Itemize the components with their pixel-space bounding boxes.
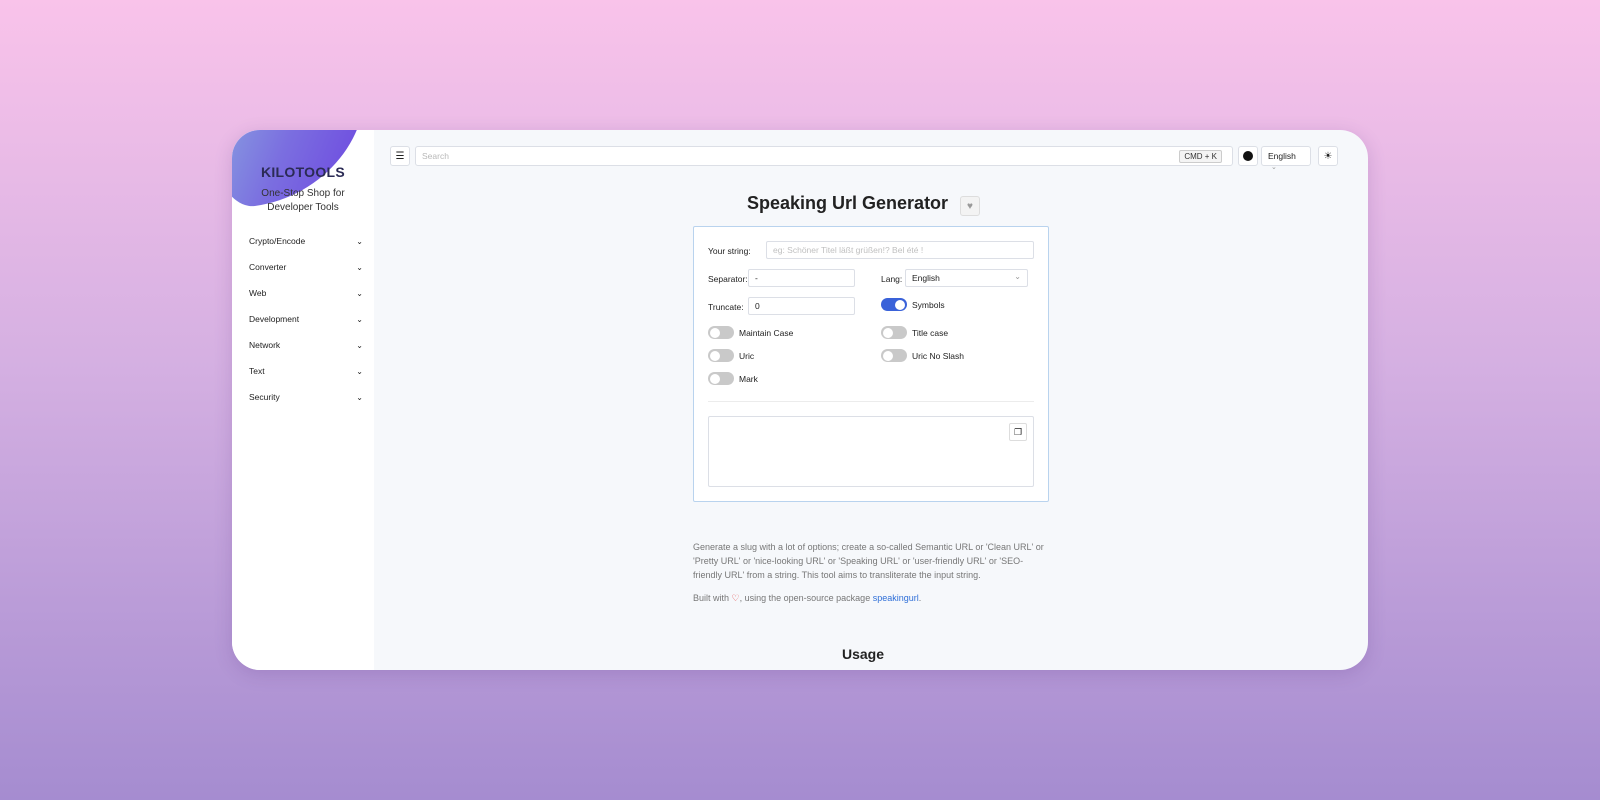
sidebar: KILOTOOLS One-Stop Shop for Developer To… bbox=[232, 130, 382, 670]
sidebar-item-network[interactable]: Network ⌄ bbox=[249, 332, 363, 358]
lang-value: English bbox=[912, 273, 940, 283]
chevron-down-icon: ⌄ bbox=[356, 236, 363, 246]
menu-button[interactable]: ☰ bbox=[390, 146, 410, 166]
toggle-knob bbox=[895, 299, 905, 310]
title-case-label: Title case bbox=[912, 328, 949, 338]
lang-select[interactable]: English ⌄ bbox=[905, 269, 1028, 287]
sidebar-item-security[interactable]: Security ⌄ bbox=[249, 384, 363, 410]
chevron-down-icon: ⌄ bbox=[1014, 272, 1021, 281]
separator-label: Separator: bbox=[708, 274, 748, 284]
uric-toggle[interactable] bbox=[708, 349, 734, 362]
sidebar-item-label: Web bbox=[249, 288, 267, 298]
mark-label: Mark bbox=[739, 374, 758, 384]
string-placeholder: eg: Schöner Titel läßt grüßen!? Bel été … bbox=[773, 245, 924, 255]
chevron-down-icon: ⌄ bbox=[356, 262, 363, 272]
built-middle: , using the open-source package bbox=[739, 593, 871, 603]
mark-toggle[interactable] bbox=[708, 372, 734, 385]
title-case-toggle[interactable] bbox=[881, 326, 907, 339]
language-value: English bbox=[1268, 151, 1296, 161]
sidebar-item-web[interactable]: Web ⌄ bbox=[249, 280, 363, 306]
github-icon bbox=[1243, 151, 1253, 161]
string-input[interactable]: eg: Schöner Titel läßt grüßen!? Bel été … bbox=[766, 241, 1034, 259]
favorite-button[interactable]: ♥ bbox=[960, 196, 980, 216]
generator-card: Your string: eg: Schöner Titel läßt grüß… bbox=[693, 226, 1049, 502]
symbols-label: Symbols bbox=[912, 300, 945, 310]
sidebar-item-label: Development bbox=[249, 314, 300, 324]
uric-no-slash-toggle[interactable] bbox=[881, 349, 907, 362]
hamburger-icon: ☰ bbox=[395, 150, 405, 162]
separator-input[interactable]: - bbox=[748, 269, 855, 287]
logo-title[interactable]: KILOTOOLS bbox=[232, 164, 374, 180]
sidebar-item-label: Text bbox=[249, 366, 265, 376]
sidebar-item-converter[interactable]: Converter ⌄ bbox=[249, 254, 363, 280]
string-label: Your string: bbox=[708, 246, 751, 256]
search-input[interactable]: Search CMD + K bbox=[415, 146, 1233, 166]
built-with-line: Built with ♡, using the open-source pack… bbox=[693, 593, 1049, 604]
toggle-knob bbox=[710, 350, 720, 361]
heart-icon: ♡ bbox=[731, 593, 740, 603]
sidebar-item-label: Network bbox=[249, 340, 281, 350]
usage-heading: Usage bbox=[842, 646, 885, 662]
symbols-toggle[interactable] bbox=[881, 298, 907, 311]
toggle-knob bbox=[883, 350, 893, 361]
chevron-down-icon: ⌄ bbox=[356, 314, 363, 324]
sun-icon: ☀ bbox=[1323, 150, 1333, 162]
language-select[interactable]: English ⌄ bbox=[1261, 146, 1311, 171]
heart-icon: ♥ bbox=[967, 200, 973, 212]
copy-icon: ❐ bbox=[1013, 426, 1023, 437]
output-textarea[interactable]: ❐ bbox=[708, 416, 1034, 487]
built-prefix: Built with bbox=[693, 593, 730, 603]
sidebar-item-crypto-encode[interactable]: Crypto/Encode ⌄ bbox=[249, 228, 363, 254]
built-suffix: . bbox=[918, 593, 922, 603]
chevron-down-icon: ⌄ bbox=[356, 288, 363, 298]
chevron-down-icon: ⌄ bbox=[1271, 164, 1277, 171]
package-link[interactable]: speakingurl bbox=[873, 593, 919, 603]
logo-subtitle: One-Stop Shop for Developer Tools bbox=[261, 188, 345, 213]
divider bbox=[708, 401, 1034, 402]
toggle-knob bbox=[883, 327, 893, 338]
github-button[interactable] bbox=[1238, 146, 1258, 166]
maintain-case-toggle[interactable] bbox=[708, 326, 734, 339]
sidebar-item-label: Crypto/Encode bbox=[249, 236, 306, 246]
chevron-down-icon: ⌄ bbox=[356, 392, 363, 402]
sidebar-item-text[interactable]: Text ⌄ bbox=[249, 358, 363, 384]
tool-description: Generate a slug with a lot of options; c… bbox=[693, 542, 1044, 580]
truncate-value: 0 bbox=[755, 301, 760, 311]
chevron-down-icon: ⌄ bbox=[356, 366, 363, 376]
truncate-label: Truncate: bbox=[708, 302, 744, 312]
sidebar-item-label: Security bbox=[249, 392, 280, 402]
maintain-case-label: Maintain Case bbox=[739, 328, 794, 338]
shortcut-badge: CMD + K bbox=[1179, 150, 1222, 163]
topbar: ☰ Search CMD + K English ⌄ ☀ bbox=[390, 146, 1350, 171]
copy-button[interactable]: ❐ bbox=[1009, 423, 1027, 441]
separator-value: - bbox=[755, 273, 758, 283]
truncate-input[interactable]: 0 bbox=[748, 297, 855, 315]
app-window: KILOTOOLS One-Stop Shop for Developer To… bbox=[232, 130, 1368, 670]
page-title: Speaking Url Generator bbox=[747, 193, 949, 213]
toggle-knob bbox=[710, 373, 720, 384]
sidebar-item-development[interactable]: Development ⌄ bbox=[249, 306, 363, 332]
search-placeholder: Search bbox=[422, 151, 449, 161]
lang-label: Lang: bbox=[881, 274, 903, 284]
chevron-down-icon: ⌄ bbox=[356, 340, 363, 350]
uric-no-slash-label: Uric No Slash bbox=[912, 351, 964, 361]
toggle-knob bbox=[710, 327, 720, 338]
theme-toggle-button[interactable]: ☀ bbox=[1318, 146, 1338, 166]
sidebar-nav: Crypto/Encode ⌄ Converter ⌄ Web ⌄ Develo… bbox=[249, 228, 363, 410]
uric-label: Uric bbox=[739, 351, 755, 361]
sidebar-item-label: Converter bbox=[249, 262, 287, 272]
